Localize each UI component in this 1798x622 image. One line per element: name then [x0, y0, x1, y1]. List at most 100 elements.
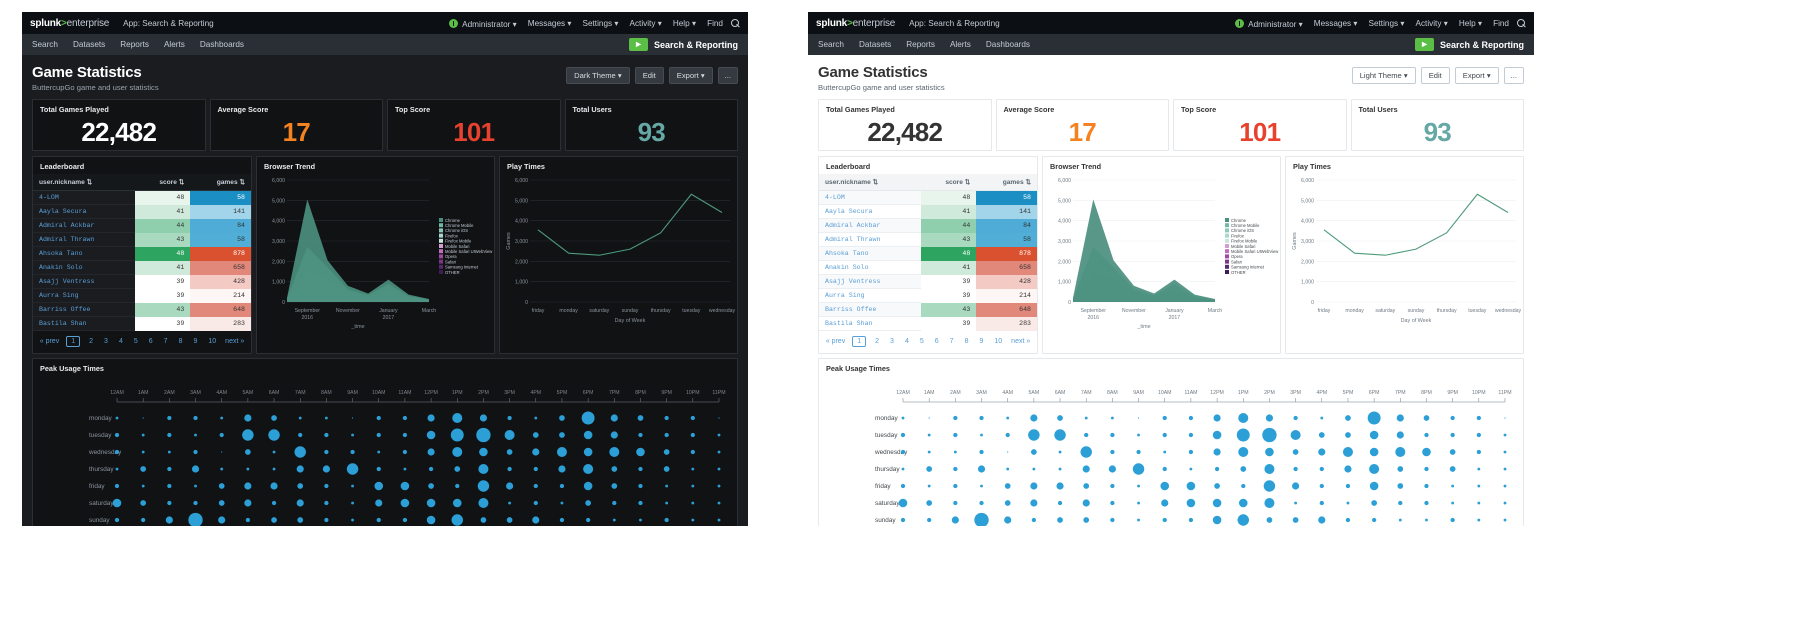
app-selector[interactable]: App: Search & Reporting: [123, 19, 214, 28]
tab-alerts[interactable]: Alerts: [164, 40, 185, 49]
table-row[interactable]: Aayla Secura 41 141: [33, 204, 251, 219]
cell-nickname[interactable]: Barriss Offee: [33, 302, 135, 317]
col-score[interactable]: score ⇅: [920, 174, 977, 191]
table-row[interactable]: Ahsoka Tano 48 878: [33, 246, 251, 261]
tab-reports[interactable]: Reports: [120, 40, 149, 49]
table-row[interactable]: Admiral Thrawn 43 58: [819, 232, 1037, 247]
find-box[interactable]: Find: [707, 18, 740, 28]
find-box[interactable]: Find: [1493, 18, 1526, 28]
nav-item-activity[interactable]: Activity ▾: [630, 18, 662, 28]
pager-page-7[interactable]: 7: [948, 338, 956, 345]
cell-nickname[interactable]: Ahsoka Tano: [819, 246, 921, 261]
search-icon[interactable]: [1517, 18, 1526, 28]
cell-nickname[interactable]: Aurra Sing: [33, 288, 135, 303]
pager-prev[interactable]: « prev: [826, 338, 845, 345]
cell-nickname[interactable]: Aayla Secura: [33, 204, 135, 219]
cell-nickname[interactable]: 4-LOM: [33, 190, 135, 205]
more-button[interactable]: ...: [717, 67, 738, 84]
app-selector[interactable]: App: Search & Reporting: [909, 19, 1000, 28]
table-row[interactable]: Aurra Sing 39 214: [33, 288, 251, 303]
pager-page-5[interactable]: 5: [132, 338, 140, 345]
cell-nickname[interactable]: Anakin Solo: [819, 260, 921, 275]
pager-page-3[interactable]: 3: [102, 338, 110, 345]
table-row[interactable]: Aurra Sing 39 214: [819, 288, 1037, 303]
pager-page-7[interactable]: 7: [162, 338, 170, 345]
col-nickname[interactable]: user.nickname ⇅: [819, 174, 921, 191]
table-row[interactable]: Bastila Shan 39 283: [33, 316, 251, 331]
tab-search[interactable]: Search: [32, 40, 58, 49]
pager-page-8[interactable]: 8: [177, 338, 185, 345]
cell-nickname[interactable]: Barriss Offee: [819, 302, 921, 317]
edit-button[interactable]: Edit: [1420, 67, 1450, 84]
nav-item-messages[interactable]: Messages ▾: [528, 18, 572, 28]
table-row[interactable]: Admiral Ackbar 44 84: [819, 218, 1037, 233]
nav-item-help[interactable]: Help ▾: [673, 18, 696, 28]
nav-item-help[interactable]: Help ▾: [1459, 18, 1482, 28]
cell-nickname[interactable]: Aurra Sing: [819, 288, 921, 303]
table-row[interactable]: Barriss Offee 43 648: [819, 302, 1037, 317]
pager-page-3[interactable]: 3: [888, 338, 896, 345]
nav-item-messages[interactable]: Messages ▾: [1314, 18, 1358, 28]
table-row[interactable]: Admiral Thrawn 43 58: [33, 232, 251, 247]
table-row[interactable]: Anakin Solo 41 658: [33, 260, 251, 275]
tab-dashboards[interactable]: Dashboards: [986, 40, 1030, 49]
table-row[interactable]: Anakin Solo 41 658: [819, 260, 1037, 275]
pager-page-4[interactable]: 4: [903, 338, 911, 345]
pager-page-4[interactable]: 4: [117, 338, 125, 345]
col-games[interactable]: games ⇅: [190, 174, 251, 191]
cell-nickname[interactable]: Bastila Shan: [33, 316, 135, 331]
table-row[interactable]: 4-LOM 48 58: [33, 190, 251, 205]
pager-page-2[interactable]: 2: [87, 338, 95, 345]
tab-reports[interactable]: Reports: [906, 40, 935, 49]
table-row[interactable]: Asajj Ventress 39 428: [33, 274, 251, 289]
pager-page-6[interactable]: 6: [147, 338, 155, 345]
pager-prev[interactable]: « prev: [40, 338, 59, 345]
edit-button[interactable]: Edit: [634, 67, 664, 84]
cell-nickname[interactable]: Bastila Shan: [819, 316, 921, 331]
col-games[interactable]: games ⇅: [976, 174, 1037, 191]
search-icon[interactable]: [731, 18, 740, 28]
pager-page-9[interactable]: 9: [191, 338, 199, 345]
table-row[interactable]: Bastila Shan 39 283: [819, 316, 1037, 331]
splunk-logo[interactable]: splunk > enterprise: [816, 18, 895, 29]
export-button[interactable]: Export ▾: [1454, 67, 1499, 84]
tab-search[interactable]: Search: [818, 40, 844, 49]
cell-nickname[interactable]: Admiral Thrawn: [819, 232, 921, 247]
pager-page-5[interactable]: 5: [918, 338, 926, 345]
table-row[interactable]: Ahsoka Tano 48 878: [819, 246, 1037, 261]
theme-toggle-button[interactable]: Light Theme ▾: [1351, 67, 1416, 84]
pager-next[interactable]: next »: [1011, 338, 1030, 345]
pager-page-10[interactable]: 10: [206, 338, 218, 345]
theme-toggle-button[interactable]: Dark Theme ▾: [566, 67, 630, 84]
tab-dashboards[interactable]: Dashboards: [200, 40, 244, 49]
splunk-logo[interactable]: splunk > enterprise: [30, 18, 109, 29]
cell-nickname[interactable]: Admiral Ackbar: [819, 218, 921, 233]
nav-item-administrator[interactable]: Administrator ▾: [1235, 18, 1303, 29]
pager-page-1[interactable]: 1: [852, 336, 867, 347]
col-nickname[interactable]: user.nickname ⇅: [33, 174, 135, 191]
pager-page-8[interactable]: 8: [963, 338, 971, 345]
nav-item-settings[interactable]: Settings ▾: [1369, 18, 1405, 28]
nav-item-administrator[interactable]: Administrator ▾: [449, 18, 517, 29]
export-button[interactable]: Export ▾: [668, 67, 713, 84]
table-row[interactable]: Barriss Offee 43 648: [33, 302, 251, 317]
pager-next[interactable]: next »: [225, 338, 244, 345]
pager-page-10[interactable]: 10: [992, 338, 1004, 345]
col-score[interactable]: score ⇅: [134, 174, 191, 191]
cell-nickname[interactable]: Asajj Ventress: [819, 274, 921, 289]
cell-nickname[interactable]: 4-LOM: [819, 190, 921, 205]
nav-item-activity[interactable]: Activity ▾: [1416, 18, 1448, 28]
cell-nickname[interactable]: Ahsoka Tano: [33, 246, 135, 261]
pager-page-6[interactable]: 6: [933, 338, 941, 345]
cell-nickname[interactable]: Admiral Ackbar: [33, 218, 135, 233]
cell-nickname[interactable]: Aayla Secura: [819, 204, 921, 219]
tab-datasets[interactable]: Datasets: [859, 40, 891, 49]
table-row[interactable]: Aayla Secura 41 141: [819, 204, 1037, 219]
cell-nickname[interactable]: Asajj Ventress: [33, 274, 135, 289]
more-button[interactable]: ...: [1503, 67, 1524, 84]
tab-alerts[interactable]: Alerts: [950, 40, 971, 49]
table-row[interactable]: Admiral Ackbar 44 84: [33, 218, 251, 233]
cell-nickname[interactable]: Anakin Solo: [33, 260, 135, 275]
table-row[interactable]: Asajj Ventress 39 428: [819, 274, 1037, 289]
tab-datasets[interactable]: Datasets: [73, 40, 105, 49]
